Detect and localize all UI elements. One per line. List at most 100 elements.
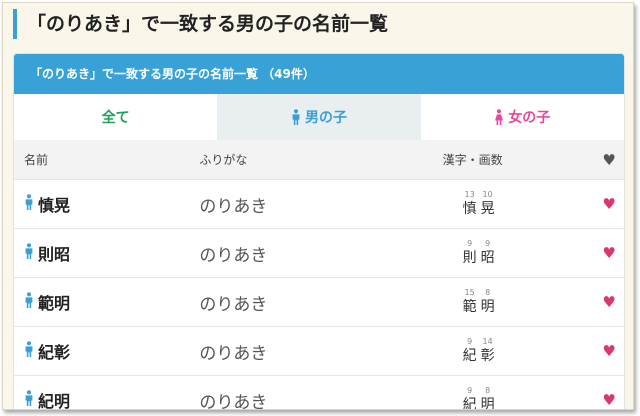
kanji-cell: 13 慎 10 晃 (443, 190, 595, 218)
name-cell: 範明 (14, 290, 199, 314)
stroke-count: 14 (482, 337, 493, 346)
stroke-count: 8 (485, 386, 491, 395)
panel-title: 「のりあき」で一致する男の子の名前一覧 （49件） (14, 54, 624, 94)
kanji-cell: 9則9昭 (443, 239, 595, 267)
header-kanji: 漢字・画数 (442, 153, 503, 167)
tab-boy[interactable]: 男の子 (217, 94, 421, 140)
kana-cell: のりあき (199, 388, 442, 410)
stroke-count: 8 (485, 288, 491, 297)
kanji-cell: 15 範 8 明 (443, 288, 595, 316)
tab-all[interactable]: 全て (14, 94, 218, 140)
boy-icon (24, 341, 34, 361)
kanji-char: 14 彰 (481, 337, 495, 365)
fav-cell: ♥ (594, 342, 624, 360)
boy-icon (24, 243, 34, 263)
kanji-glyph: 範 (462, 299, 477, 315)
page-title: 「のりあき」で一致する男の子の名前一覧 (13, 9, 388, 39)
kana-text: のりあき (199, 392, 268, 410)
kana-text: のりあき (199, 245, 268, 266)
kanji-glyph: 明 (480, 397, 495, 410)
page-frame: 「のりあき」で一致する男の子の名前一覧 「のりあき」で一致する男の子の名前一覧 … (2, 2, 634, 410)
boy-icon (24, 390, 34, 409)
fav-cell: ♥ (594, 391, 624, 409)
table-row[interactable]: 紀彰 のりあき 9 紀 14 彰 ♥ (14, 327, 624, 376)
tab-all-label: 全て (101, 110, 130, 126)
name-cell: 紀明 (14, 388, 199, 409)
table-row[interactable]: 慎晃 のりあき 13 慎 10 晃 ♥ (14, 180, 624, 229)
kana-cell: のりあき (199, 241, 442, 266)
kanji-cell: 9紀8明 (443, 386, 595, 410)
kanji-char: 9昭 (481, 239, 495, 267)
girl-icon (494, 109, 504, 125)
tab-boy-label: 男の子 (304, 110, 347, 126)
heart-icon[interactable]: ♥ (602, 293, 615, 311)
header-kana: ふりがな (199, 153, 248, 167)
tab-girl-label: 女の子 (508, 110, 551, 126)
boy-icon (24, 194, 34, 214)
heart-icon[interactable]: ♥ (602, 342, 615, 360)
kanji-char: 15 範 (463, 288, 477, 316)
name-link[interactable]: 慎晃 (38, 192, 70, 216)
kanji-char: 13 慎 (463, 190, 477, 218)
name-cell: 紀彰 (14, 339, 199, 363)
kana-cell: のりあき (199, 290, 442, 315)
header-fav: ♥ (594, 151, 624, 169)
stroke-count: 9 (467, 239, 473, 248)
stroke-count: 9 (467, 386, 473, 395)
stroke-count: 9 (485, 239, 491, 248)
heart-icon[interactable]: ♥ (602, 244, 615, 262)
name-cell: 則昭 (14, 241, 199, 265)
table-row[interactable]: 範明 のりあき 15 範 8 明 ♥ (14, 278, 624, 327)
kanji-strokes: 9 紀 14 彰 (449, 337, 509, 365)
table-row[interactable]: 紀明 のりあき 9紀8明 ♥ (14, 376, 624, 410)
kanji-strokes: 13 慎 10 晃 (449, 190, 509, 218)
kana-text: のりあき (199, 343, 268, 364)
name-link[interactable]: 範明 (38, 290, 70, 314)
stroke-count: 13 (464, 190, 475, 199)
kanji-char: 8明 (481, 288, 495, 316)
kana-text: のりあき (199, 294, 268, 315)
kanji-glyph: 晃 (480, 201, 495, 217)
kanji-cell: 9 紀 14 彰 (443, 337, 595, 365)
heart-icon: ♥ (602, 150, 616, 169)
gender-tabs: 全て 男の子 女の子 (14, 94, 624, 140)
kana-text: のりあき (199, 196, 268, 217)
fav-cell: ♥ (594, 195, 624, 213)
kanji-char: 8明 (480, 386, 495, 410)
heart-icon[interactable]: ♥ (602, 391, 615, 409)
header-name: 名前 (24, 153, 49, 167)
name-link[interactable]: 紀明 (38, 388, 70, 409)
stroke-count: 9 (467, 337, 473, 346)
name-link[interactable]: 則昭 (38, 241, 70, 265)
kanji-glyph: 紀 (462, 397, 477, 410)
kanji-strokes: 9紀8明 (449, 386, 509, 410)
kanji-char: 9紀 (463, 337, 477, 365)
table-row[interactable]: 則昭 のりあき 9則9昭 ♥ (14, 229, 624, 278)
heart-icon[interactable]: ♥ (602, 195, 615, 213)
kanji-char: 9則 (463, 239, 477, 267)
kanji-char: 9紀 (462, 386, 477, 410)
kanji-glyph: 彰 (480, 348, 495, 364)
name-link[interactable]: 紀彰 (38, 339, 70, 363)
kanji-char: 10 晃 (481, 190, 495, 218)
kanji-strokes: 15 範 8 明 (449, 288, 509, 316)
name-rows: 慎晃 のりあき 13 慎 10 晃 ♥ 則昭 のりあき 9則9昭 ♥ 範明 のり… (14, 180, 624, 410)
tab-girl[interactable]: 女の子 (420, 94, 624, 140)
kana-cell: のりあき (199, 192, 442, 217)
fav-cell: ♥ (594, 293, 624, 311)
kanji-glyph: 則 (462, 250, 477, 266)
name-cell: 慎晃 (14, 192, 199, 216)
kanji-glyph: 昭 (480, 250, 495, 266)
stroke-count: 10 (482, 190, 493, 199)
fav-cell: ♥ (594, 244, 624, 262)
kanji-glyph: 慎 (462, 201, 477, 217)
kana-cell: のりあき (199, 339, 442, 364)
name-list-panel: 「のりあき」で一致する男の子の名前一覧 （49件） 全て 男の子 女の子 名前 … (13, 53, 625, 410)
kanji-strokes: 9則9昭 (449, 239, 509, 267)
boy-icon (24, 292, 34, 312)
boy-icon (291, 109, 301, 125)
stroke-count: 15 (464, 288, 475, 297)
kanji-glyph: 紀 (462, 348, 477, 364)
kanji-glyph: 明 (480, 299, 495, 315)
table-header: 名前 ふりがな 漢字・画数 ♥ (14, 140, 624, 180)
